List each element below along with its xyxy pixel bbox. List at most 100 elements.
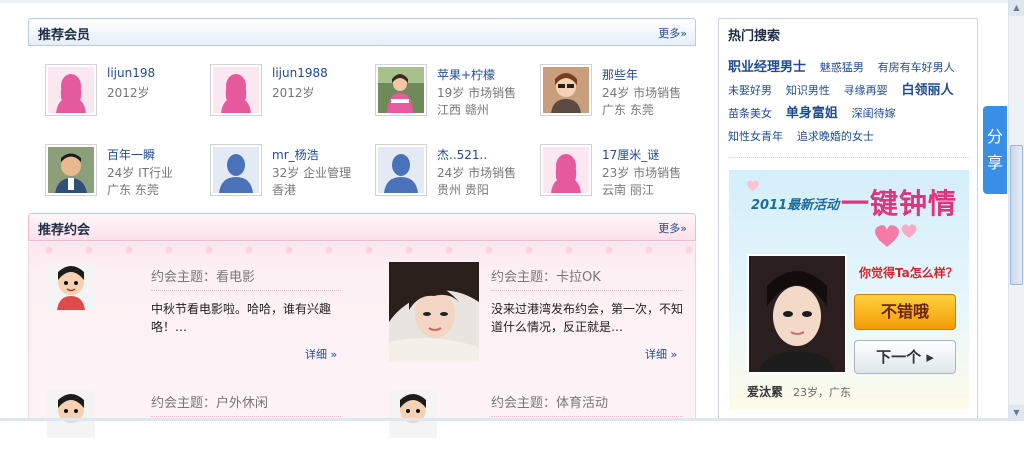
member-card[interactable]: 百年一瞬 24岁 IT行业 广东 东莞 bbox=[28, 127, 188, 197]
scroll-thumb[interactable] bbox=[1010, 145, 1023, 285]
member-info: 24岁 市场销售 bbox=[602, 86, 682, 100]
share-button[interactable]: 分享 bbox=[983, 106, 1007, 194]
member-location: 广东 东莞 bbox=[602, 103, 654, 117]
member-avatar[interactable] bbox=[45, 64, 97, 116]
date-item: 约会主题：卡拉OK 没来过港湾发布约会，第一次，不知道什么情况，反正就是… 详细… bbox=[369, 242, 689, 362]
share-label: 分享 bbox=[986, 127, 1003, 172]
member-photo bbox=[543, 67, 589, 113]
promo-heading: 2011最新活动 bbox=[751, 198, 840, 213]
promo-banner[interactable]: 2011最新活动 一键钟情 你觉得Ta怎么样？ 不错哦 下一个 ▸ 爱汰累 23… bbox=[729, 170, 969, 410]
member-card[interactable]: mr_杨浩 32岁 企业管理 香港 bbox=[193, 127, 353, 197]
date-photo[interactable] bbox=[389, 262, 479, 362]
dates-panel-title: 推荐约会 bbox=[38, 223, 91, 238]
member-avatar[interactable] bbox=[540, 144, 592, 196]
divider bbox=[491, 290, 683, 291]
date-item: 约会主题：体育活动 bbox=[369, 372, 689, 472]
scroll-up-arrow-icon[interactable]: ▲ bbox=[1009, 0, 1024, 16]
member-location: 香港 bbox=[272, 183, 297, 197]
date-item: 约会主题：看电影 中秋节看电影啦。哈哈，谁有兴趣咯！… 详细 » bbox=[29, 242, 349, 361]
female-silhouette-icon bbox=[213, 67, 259, 113]
member-info: 19岁 市场销售 bbox=[437, 86, 517, 100]
date-description: 没来过港湾发布约会，第一次，不知道什么情况，反正就是… bbox=[491, 302, 684, 334]
cartoon-avatar-icon[interactable] bbox=[47, 262, 95, 310]
member-avatar[interactable] bbox=[210, 64, 262, 116]
member-card[interactable]: 17厘米_谜 23岁 市场销售 云南 丽江 bbox=[523, 127, 683, 197]
divider bbox=[151, 290, 341, 291]
hot-tag[interactable]: 白领丽人 bbox=[901, 83, 953, 98]
promo-photo[interactable] bbox=[747, 254, 847, 374]
hot-tag[interactable]: 单身富姐 bbox=[786, 106, 838, 121]
member-location: 云南 丽江 bbox=[602, 183, 654, 197]
female-silhouette-icon bbox=[543, 147, 589, 193]
member-name[interactable]: mr_杨浩 bbox=[272, 146, 319, 163]
members-panel-title: 推荐会员 bbox=[38, 28, 91, 43]
date-item: 约会主题：户外休闲 bbox=[29, 372, 349, 472]
hot-tag[interactable]: 未娶好男 bbox=[728, 84, 772, 97]
hot-tag[interactable]: 有房有车好男人 bbox=[878, 61, 955, 74]
member-card[interactable]: 苹果+柠檬 19岁 市场销售 江西 赣州 bbox=[358, 47, 518, 117]
date-topic: 约会主题：户外休闲 bbox=[151, 396, 269, 411]
member-card[interactable]: lijun198 2012岁 bbox=[28, 47, 188, 116]
male-silhouette-icon bbox=[378, 147, 424, 193]
hot-tag[interactable]: 知性女青年 bbox=[728, 130, 783, 143]
member-location: 广东 东莞 bbox=[107, 183, 159, 197]
divider bbox=[491, 416, 683, 417]
divider bbox=[151, 416, 341, 417]
member-info: 24岁 市场销售 bbox=[437, 166, 517, 180]
member-name[interactable]: lijun198 bbox=[107, 66, 155, 80]
promo-caption-name: 爱汰累 bbox=[747, 385, 784, 399]
cartoon-avatar-icon[interactable] bbox=[47, 390, 95, 438]
members-more-link[interactable]: 更多» bbox=[658, 25, 687, 41]
dates-list: 约会主题：看电影 中秋节看电影啦。哈哈，谁有兴趣咯！… 详细 » 约会主题：卡拉… bbox=[28, 242, 696, 438]
scroll-down-arrow-icon[interactable]: ▼ bbox=[1009, 405, 1024, 421]
member-avatar[interactable] bbox=[375, 64, 427, 116]
hot-tag[interactable]: 职业经理男士 bbox=[728, 60, 806, 75]
hot-tag[interactable]: 苗条美女 bbox=[728, 107, 772, 120]
hot-tag[interactable]: 深闺待嫁 bbox=[852, 107, 896, 120]
male-silhouette-icon bbox=[213, 147, 259, 193]
member-name[interactable]: 17厘米_谜 bbox=[602, 146, 659, 163]
vertical-scrollbar[interactable]: ▲ ▼ bbox=[1008, 0, 1024, 421]
member-name[interactable]: 杰..521.. bbox=[437, 146, 487, 163]
member-name[interactable]: 百年一瞬 bbox=[107, 146, 155, 163]
member-avatar[interactable] bbox=[210, 144, 262, 196]
hot-search-tags: 职业经理男士 魅惑猛男 有房有车好男人 未娶好男 知识男性 寻缘再婴 白领丽人 … bbox=[728, 56, 973, 148]
cartoon-avatar-icon[interactable] bbox=[389, 390, 437, 438]
member-card[interactable]: 杰..521.. 24岁 市场销售 贵州 贵阳 bbox=[358, 127, 518, 197]
triangle-right-icon: ▸ bbox=[926, 348, 934, 366]
hot-tag[interactable]: 追求晚婚的女士 bbox=[797, 130, 874, 143]
members-panel-header: 推荐会员 更多» bbox=[28, 18, 696, 46]
member-info: 32岁 企业管理 bbox=[272, 166, 352, 180]
member-avatar[interactable] bbox=[540, 64, 592, 116]
member-location: 江西 赣州 bbox=[437, 103, 489, 117]
hot-search-panel: 热门搜索 职业经理男士 魅惑猛男 有房有车好男人 未娶好男 知识男性 寻缘再婴 … bbox=[718, 18, 978, 421]
date-description: 中秋节看电影啦。哈哈，谁有兴趣咯！… bbox=[151, 302, 332, 334]
hot-tag[interactable]: 魅惑猛男 bbox=[820, 61, 864, 74]
member-name[interactable]: 苹果+柠檬 bbox=[437, 66, 495, 83]
promo-caption-info: 23岁，广东 bbox=[793, 386, 851, 399]
hot-tag[interactable]: 寻缘再婴 bbox=[844, 84, 888, 97]
member-card[interactable]: 那些年 24岁 市场销售 广东 东莞 bbox=[523, 47, 683, 117]
like-button[interactable]: 不错哦 bbox=[854, 294, 956, 330]
member-photo bbox=[48, 147, 94, 193]
next-button-label: 下一个 bbox=[876, 348, 922, 366]
member-card[interactable]: lijun1988 2012岁 bbox=[193, 47, 353, 116]
member-info: 2012岁 bbox=[107, 86, 150, 100]
promo-slogan: 一键钟情 bbox=[841, 187, 958, 220]
member-photo bbox=[378, 67, 424, 113]
member-location: 贵州 贵阳 bbox=[437, 183, 489, 197]
date-topic: 约会主题：卡拉OK bbox=[491, 270, 601, 285]
promo-question: 你觉得Ta怎么样？ bbox=[859, 266, 958, 280]
member-info: 24岁 IT行业 bbox=[107, 166, 173, 180]
hot-tag[interactable]: 知识男性 bbox=[786, 84, 830, 97]
member-avatar[interactable] bbox=[45, 144, 97, 196]
date-detail-link[interactable]: 详细 » bbox=[305, 346, 337, 362]
member-name[interactable]: lijun1988 bbox=[272, 66, 328, 80]
next-button[interactable]: 下一个 ▸ bbox=[854, 340, 956, 374]
member-name[interactable]: 那些年 bbox=[602, 66, 638, 83]
dates-more-link[interactable]: 更多» bbox=[658, 220, 687, 236]
member-avatar[interactable] bbox=[375, 144, 427, 196]
female-silhouette-icon bbox=[48, 67, 94, 113]
date-detail-link[interactable]: 详细 » bbox=[645, 346, 677, 362]
member-info: 2012岁 bbox=[272, 86, 315, 100]
